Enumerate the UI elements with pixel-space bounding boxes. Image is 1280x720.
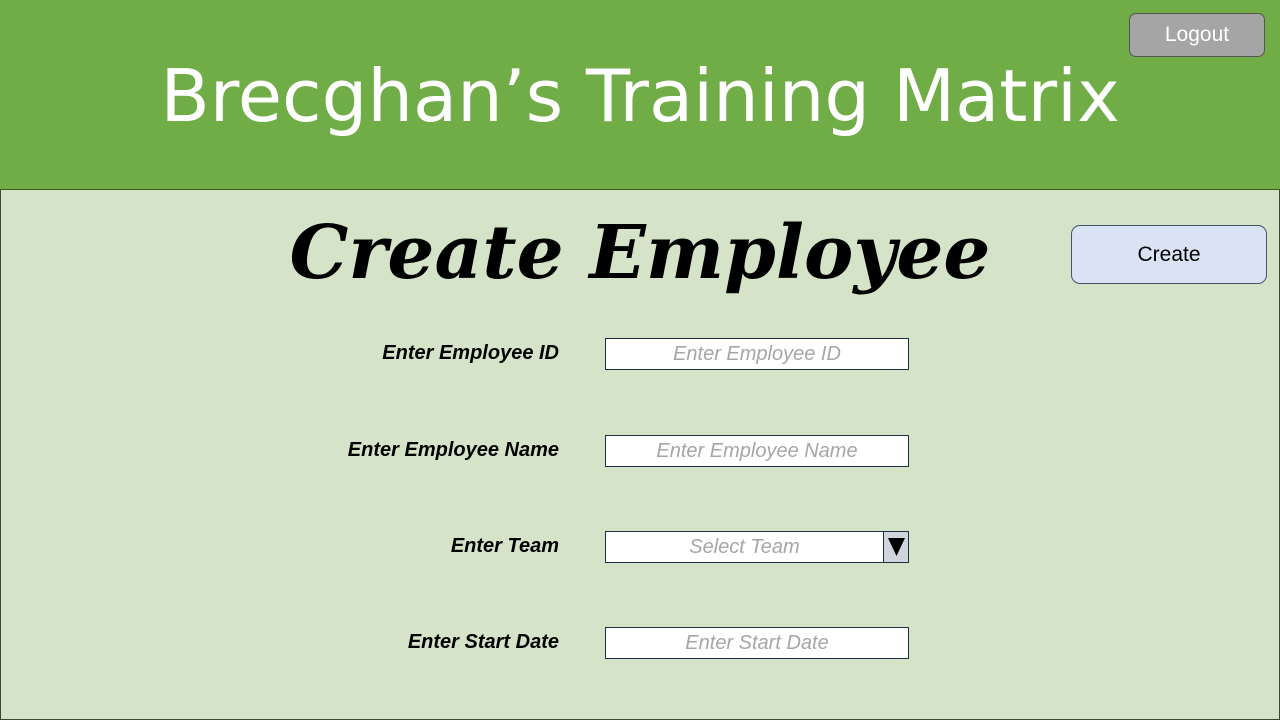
employee-id-label: Enter Employee ID xyxy=(382,342,559,364)
team-select-placeholder: Select Team xyxy=(689,536,800,558)
logout-button[interactable]: Logout xyxy=(1129,13,1265,57)
employee-id-input[interactable] xyxy=(605,338,909,370)
team-select[interactable]: Select Team xyxy=(605,531,909,563)
app-title: Brecghan’s Training Matrix xyxy=(160,54,1120,138)
team-dropdown-button[interactable] xyxy=(883,532,908,562)
employee-name-input[interactable] xyxy=(605,435,909,467)
employee-name-label: Enter Employee Name xyxy=(347,439,559,461)
team-label: Enter Team xyxy=(450,535,559,557)
create-button[interactable]: Create xyxy=(1071,225,1267,284)
start-date-label: Enter Start Date xyxy=(407,631,559,653)
start-date-input[interactable] xyxy=(605,627,909,659)
app-header: Brecghan’s Training Matrix Logout xyxy=(0,0,1280,190)
triangle-down-icon xyxy=(888,538,905,556)
